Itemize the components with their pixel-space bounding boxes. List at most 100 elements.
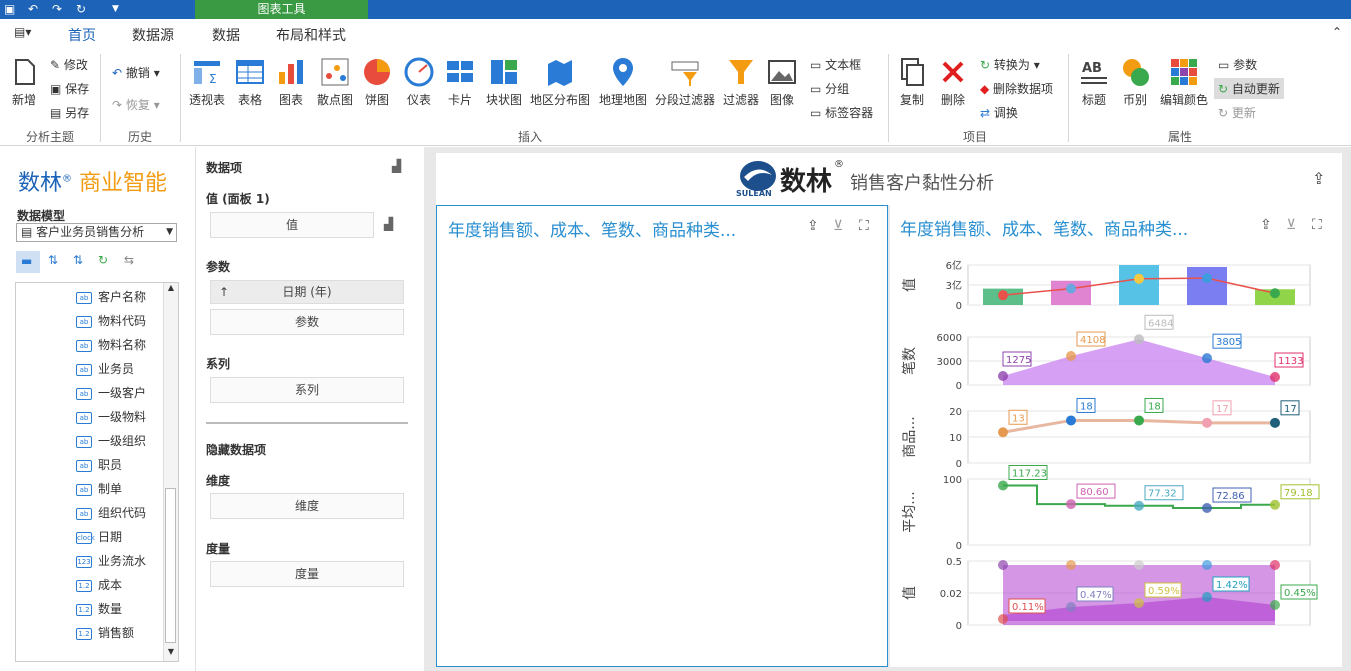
save-button[interactable]: ▣ 保存: [50, 80, 89, 97]
swap-button[interactable]: ⇄ 调换: [980, 104, 1018, 121]
image-button[interactable]: 图像: [766, 56, 798, 108]
field-item[interactable]: clock 日期: [76, 528, 122, 544]
card-button[interactable]: 卡片: [444, 56, 476, 108]
edit-button[interactable]: ✎ 修改: [50, 56, 88, 73]
values-section-head: 值 (面板 1): [206, 192, 270, 206]
field-item[interactable]: ab 一级物料: [76, 408, 146, 424]
field-item[interactable]: 123 业务流水: [76, 552, 146, 568]
field-item[interactable]: 1.2 销售额: [76, 624, 134, 640]
model-label: 数据模型: [17, 209, 66, 223]
image-icon: [768, 60, 796, 84]
gauge-button[interactable]: 仪表: [403, 56, 435, 108]
values-dropbox[interactable]: 值: [210, 212, 374, 238]
field-item[interactable]: 1.2 数量: [76, 600, 122, 616]
clear-filter-icon[interactable]: ⊻: [833, 218, 843, 234]
group-button[interactable]: ▭ 分组: [810, 80, 849, 97]
pie-button[interactable]: 饼图: [361, 56, 393, 108]
field-item[interactable]: ab 职员: [76, 456, 122, 472]
group-label-item: 项目: [962, 130, 987, 144]
dimension-dropbox[interactable]: 维度: [210, 493, 404, 519]
chart-button[interactable]: 图表: [275, 56, 307, 108]
tick-label: 0.02: [940, 589, 962, 600]
redo-button[interactable]: ↷ 恢复 ▾: [112, 96, 160, 113]
delete-button[interactable]: 删除: [937, 56, 969, 108]
undo-button[interactable]: ↶ 撤销 ▾: [112, 64, 160, 81]
copy-label: 复制: [899, 93, 924, 107]
field-item[interactable]: ab 制单: [76, 480, 122, 496]
sort-desc-icon[interactable]: ⇅: [73, 253, 83, 267]
field-item[interactable]: ab 一级客户: [76, 384, 146, 400]
app-menu-icon[interactable]: ▤▾: [14, 25, 31, 39]
maximize-icon[interactable]: ⛶: [859, 218, 869, 234]
export-icon[interactable]: ⇪: [1312, 169, 1325, 188]
sort-asc-icon[interactable]: ⇅: [48, 253, 58, 267]
tab-container-button[interactable]: ▭ 标签容器: [810, 104, 873, 121]
title-button[interactable]: AB 标题: [1076, 56, 1112, 108]
field-item[interactable]: ab 一级组织: [76, 432, 146, 448]
export-icon[interactable]: ⇪: [807, 218, 819, 234]
charts-svg: 值 6亿 3亿 0 笔数 6000 3000 0 1275 4108 6484 3805 1133 商品.…: [902, 259, 1320, 632]
chart-type-icon[interactable]: ▟: [384, 217, 393, 231]
field-item[interactable]: ab 组织代码: [76, 504, 146, 520]
geo-map-button[interactable]: 地理地图: [598, 56, 648, 108]
saveas-button[interactable]: ▤ 另存: [50, 104, 89, 121]
param-item[interactable]: ↑ 日期 (年): [210, 280, 404, 304]
param-dropbox[interactable]: 参数: [210, 309, 404, 335]
undo-icon[interactable]: ↶: [28, 1, 38, 17]
currency-button[interactable]: 币别: [1118, 56, 1152, 108]
scroll-thumb[interactable]: [165, 488, 176, 643]
region-map-button[interactable]: 地区分布图: [530, 56, 590, 108]
collapse-ribbon-icon[interactable]: ⌃: [1332, 25, 1342, 39]
tab-home[interactable]: 首页: [68, 25, 96, 50]
chart-panel-left[interactable]: 年度销售额、成本、笔数、商品种类... ⇪ ⊻ ⛶: [436, 205, 888, 667]
export-icon[interactable]: ⇪: [1260, 217, 1272, 233]
swap-icon[interactable]: ⇆: [124, 253, 134, 267]
textbox-button[interactable]: ▭ 文本框: [810, 56, 861, 73]
saveas-icon: ▤: [50, 106, 66, 120]
delete-data-item-button[interactable]: ◆ 删除数据项: [980, 80, 1053, 97]
table-icon: [236, 60, 264, 84]
measure-dropbox[interactable]: 度量: [210, 561, 404, 587]
refresh-icon[interactable]: ↻: [76, 1, 86, 17]
edit-color-button[interactable]: 编辑颜色: [1160, 56, 1208, 108]
field-item[interactable]: ab 业务员: [76, 360, 134, 376]
field-item[interactable]: 1.2 成本: [76, 576, 122, 592]
save-icon[interactable]: ▣: [4, 1, 15, 17]
convert-button[interactable]: ↻ 转换为 ▾: [980, 56, 1040, 73]
update-button[interactable]: ↻ 更新: [1218, 104, 1256, 121]
field-item[interactable]: ab 物料名称: [76, 336, 146, 352]
tab-layout-style[interactable]: 布局和样式: [276, 25, 346, 45]
chart-options-icon[interactable]: ▟: [392, 159, 401, 173]
field-item[interactable]: ab 客户名称: [76, 288, 146, 304]
refresh-icon[interactable]: ↻: [98, 253, 108, 267]
scatter-button[interactable]: 散点图: [316, 56, 354, 108]
field-item[interactable]: ab 物料代码: [76, 312, 146, 328]
data-point: [1066, 415, 1076, 426]
maximize-icon[interactable]: ⛶: [1312, 217, 1322, 233]
redo-icon[interactable]: ↷: [52, 1, 62, 17]
new-button[interactable]: 新增: [8, 56, 40, 108]
auto-update-toggle[interactable]: ↻ 自动更新: [1214, 78, 1284, 99]
series-dropbox[interactable]: 系列: [210, 377, 404, 403]
pivot-button[interactable]: Σ 透视表: [188, 56, 226, 108]
new-label: 新增: [11, 93, 36, 107]
clear-filter-icon[interactable]: ⊻: [1286, 217, 1296, 233]
filter-button[interactable]: 过滤器: [722, 56, 760, 108]
scroll-up-icon[interactable]: ▲: [164, 283, 178, 297]
parameter-button[interactable]: ▭ 参数: [1218, 56, 1257, 73]
copy-button[interactable]: 复制: [896, 56, 928, 108]
chart-panel-right[interactable]: 年度销售额、成本、笔数、商品种类... ⇪ ⊻ ⛶ 值 6亿 3亿 0 笔数 6000 30…: [890, 205, 1342, 667]
tab-data[interactable]: 数据: [212, 25, 240, 45]
group-view-button[interactable]: ▬: [16, 251, 40, 273]
range-filter-button[interactable]: 分段过滤器: [654, 56, 716, 108]
tick-label: 10: [949, 433, 962, 444]
model-select[interactable]: ▤ 客户业务员销售分析 ▼: [16, 223, 177, 242]
scatter-icon: [321, 58, 349, 86]
scroll-down-icon[interactable]: ▼: [164, 647, 178, 661]
treemap-icon: [491, 60, 517, 84]
scrollbar[interactable]: ▲ ▼: [163, 283, 178, 661]
tab-datasource[interactable]: 数据源: [132, 25, 174, 45]
table-button[interactable]: 表格: [234, 56, 266, 108]
treemap-button[interactable]: 块状图: [485, 56, 523, 108]
customize-dropdown-icon[interactable]: ▼: [112, 1, 119, 17]
